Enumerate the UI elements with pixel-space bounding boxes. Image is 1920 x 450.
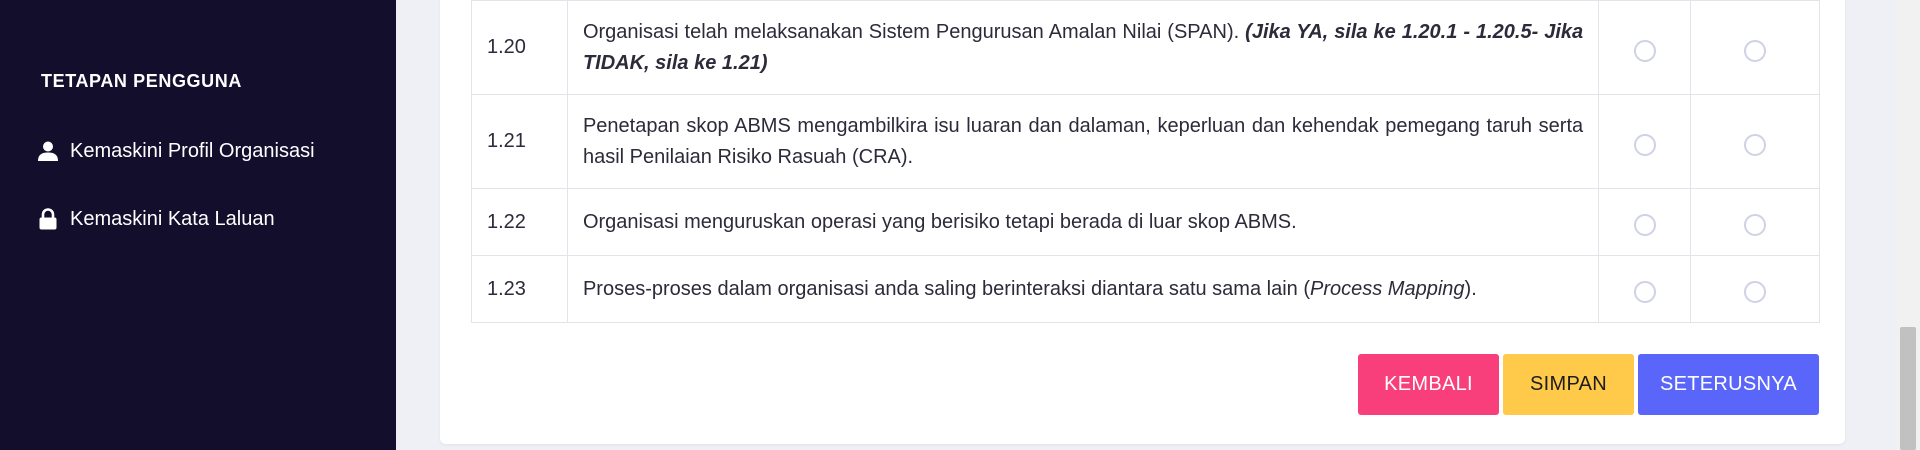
table-row: 1.23 Proses-proses dalam organisasi anda… <box>471 255 1820 323</box>
option-cell <box>1690 0 1820 95</box>
sidebar-item-label: Kemaskini Profil Organisasi <box>70 139 315 162</box>
option-cell <box>1598 94 1692 189</box>
question-text: Proses-proses dalam organisasi anda sali… <box>566 255 1600 323</box>
page-scrollbar[interactable] <box>1896 0 1920 450</box>
option-cell <box>1690 188 1820 256</box>
question-text-after: ). <box>1464 277 1477 300</box>
question-text-italic: Process Mapping <box>1310 277 1465 300</box>
option-cell <box>1690 255 1820 323</box>
user-icon <box>36 139 60 163</box>
radio-option-no[interactable] <box>1744 281 1767 303</box>
question-number: 1.23 <box>471 255 568 323</box>
sidebar-item-label: Kemaskini Kata Laluan <box>70 207 275 230</box>
radio-option-no[interactable] <box>1744 39 1767 62</box>
table-row: 1.22 Organisasi menguruskan operasi yang… <box>471 188 1820 256</box>
radio-option-yes[interactable] <box>1633 281 1656 303</box>
table-row: 1.20 Organisasi telah melaksanakan Siste… <box>471 0 1820 95</box>
radio-option-yes[interactable] <box>1633 39 1656 62</box>
question-number: 1.22 <box>471 188 568 256</box>
sidebar: TETAPAN PENGGUNA Kemaskini Profil Organi… <box>0 0 396 450</box>
sidebar-item-update-password[interactable]: Kemaskini Kata Laluan <box>36 207 275 231</box>
question-number: 1.20 <box>471 0 568 95</box>
table-row: 1.21 Penetapan skop ABMS mengambilkira i… <box>471 94 1820 189</box>
option-cell <box>1598 0 1692 95</box>
question-text: Penetapan skop ABMS mengambilkira isu lu… <box>566 94 1600 189</box>
question-table: 1.20 Organisasi telah melaksanakan Siste… <box>471 0 1820 323</box>
save-button[interactable]: SIMPAN <box>1503 354 1634 415</box>
sidebar-item-update-profile[interactable]: Kemaskini Profil Organisasi <box>36 139 315 163</box>
main-content: 1.20 Organisasi telah melaksanakan Siste… <box>396 0 1920 450</box>
lock-icon <box>36 207 60 231</box>
next-button[interactable]: SETERUSNYA <box>1638 354 1819 415</box>
radio-option-no[interactable] <box>1744 133 1767 156</box>
question-text-before: Proses-proses dalam organisasi anda sali… <box>582 277 1310 300</box>
option-cell <box>1690 94 1820 189</box>
radio-option-no[interactable] <box>1744 214 1767 236</box>
option-cell <box>1598 255 1692 323</box>
back-button[interactable]: KEMBALI <box>1358 354 1499 415</box>
option-cell <box>1598 188 1692 256</box>
question-text-main: Organisasi telah melaksanakan Sistem Pen… <box>582 20 1240 43</box>
radio-option-yes[interactable] <box>1633 214 1656 236</box>
question-text: Organisasi telah melaksanakan Sistem Pen… <box>566 0 1600 95</box>
question-number: 1.21 <box>471 94 568 189</box>
question-text: Organisasi menguruskan operasi yang beri… <box>566 188 1600 256</box>
radio-option-yes[interactable] <box>1633 133 1656 156</box>
scrollbar-thumb[interactable] <box>1900 327 1916 450</box>
sidebar-heading: TETAPAN PENGGUNA <box>41 71 242 91</box>
